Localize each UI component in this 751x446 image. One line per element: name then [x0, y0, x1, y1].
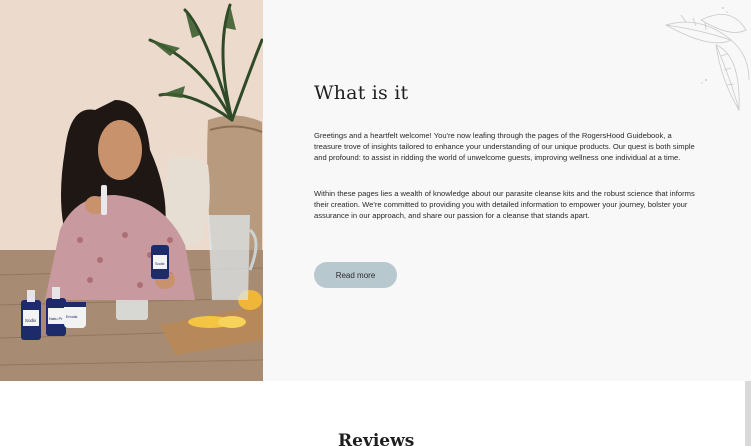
reviews-heading: Reviews: [338, 431, 415, 446]
bottle-label-3: Emulsi: [66, 315, 78, 319]
bottle-label-4: Sodix: [155, 262, 165, 266]
photo-illustration: Sodix Natu Pr Emulsi Sodix: [0, 0, 263, 381]
reviews-section: Reviews: [0, 381, 751, 446]
intro-paragraph: Greetings and a heartfelt welcome! You'r…: [314, 131, 695, 162]
bottle-label-2: Natu Pr: [49, 316, 63, 321]
page-edge: [745, 381, 751, 446]
leaf-decoration-icon: [664, 7, 750, 112]
section-heading: What is it: [314, 82, 409, 104]
product-lifestyle-photo: Sodix Natu Pr Emulsi Sodix: [0, 0, 263, 381]
about-section: Sodix Natu Pr Emulsi Sodix What is it Gr…: [0, 0, 751, 381]
bottle-label-1: Sodix: [25, 318, 37, 323]
details-paragraph: Within these pages lies a wealth of know…: [314, 189, 695, 220]
read-more-button[interactable]: Read more: [314, 262, 397, 288]
about-content: What is it Greetings and a heartfelt wel…: [263, 0, 751, 381]
